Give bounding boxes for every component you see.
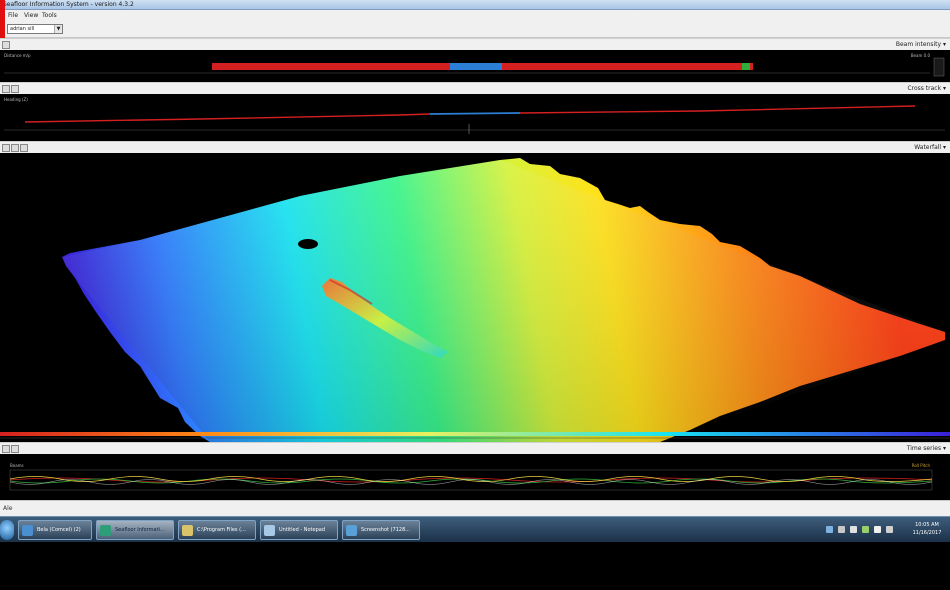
menu-view[interactable]: View [24,12,38,19]
clock-date: 11/16/2017 [912,530,942,536]
taskbar-item-notepad[interactable]: Untitled - Notepad [260,520,338,540]
settings-icon[interactable] [2,445,10,453]
start-button[interactable] [0,520,14,540]
taskbar-item-seafloor[interactable]: Seafloor Informati... [96,520,174,540]
zoom-icon[interactable] [11,85,19,93]
taskbar-item-explorer[interactable]: C:\Program Files (... [178,520,256,540]
network-icon[interactable] [826,526,833,533]
zoom-icon[interactable] [11,144,19,152]
menu-file[interactable]: File [8,12,18,19]
settings-icon[interactable] [2,144,10,152]
cross-track-profile [4,105,945,134]
cross-track-label[interactable]: Cross track ▾ [907,85,946,92]
app-icon [22,525,33,536]
beam-intensity-bars [4,57,945,77]
menu-bar: File View Tools [0,10,950,20]
flag-icon[interactable] [850,526,857,533]
battery-icon[interactable] [862,526,869,533]
volume-icon[interactable] [874,526,881,533]
image-icon [346,525,357,536]
taskbar: Bela (Comcel) (2) Seafloor Informati... … [0,516,950,542]
menu-tools[interactable]: Tools [42,12,57,19]
beam-intensity-label[interactable]: Beam intensity ▾ [896,41,946,48]
waterfall-view[interactable] [0,154,950,442]
vessel-dropdown[interactable]: adrian sill ▼ [7,24,63,34]
time-series-strip: Beams Roll Pitch [0,454,950,500]
toolbar: adrian sill ▼ [0,20,950,38]
status-bar: Ale [0,500,950,516]
waterfall-header: Waterfall ▾ [0,141,950,153]
settings-icon[interactable] [2,85,10,93]
zoom-icon[interactable] [11,445,19,453]
bathymetry-surface[interactable] [0,154,950,442]
chevron-down-icon[interactable]: ▼ [54,25,62,33]
notepad-icon [264,525,275,536]
system-tray: 10:05 AM 11/16/2017 [820,517,950,543]
beam-intensity-strip: Distance m/p Beam 0.0 [0,50,950,82]
view-3d-icon[interactable] [20,144,28,152]
clock[interactable]: 10:05 AM 11/16/2017 [910,521,944,537]
taskbar-item-screenshot[interactable]: Screenshot (7128... [342,520,420,540]
speaker-icon[interactable] [838,526,845,533]
window-title: Seafloor Information System - version 4.… [3,1,134,8]
folder-icon [182,525,193,536]
app-icon [100,525,111,536]
time-series-label[interactable]: Time series ▾ [907,445,946,452]
status-text: Ale [3,505,13,512]
settings-icon[interactable] [2,41,10,49]
cross-track-strip: Heading (Z) [0,94,950,138]
time-series-plot [9,469,933,491]
title-bar: Seafloor Information System - version 4.… [0,0,950,10]
red-marker [0,0,5,38]
letterbox [0,542,950,590]
beam-intensity-header: Beam intensity ▾ [0,38,950,50]
waterfall-label[interactable]: Waterfall ▾ [914,144,946,151]
taskbar-item-bela[interactable]: Bela (Comcel) (2) [18,520,92,540]
time-series-header: Time series ▾ [0,442,950,454]
clock-time: 10:05 AM [915,522,939,528]
action-center-icon[interactable] [886,526,893,533]
vessel-dropdown-value: adrian sill [10,26,35,32]
cross-track-header: Cross track ▾ [0,82,950,94]
